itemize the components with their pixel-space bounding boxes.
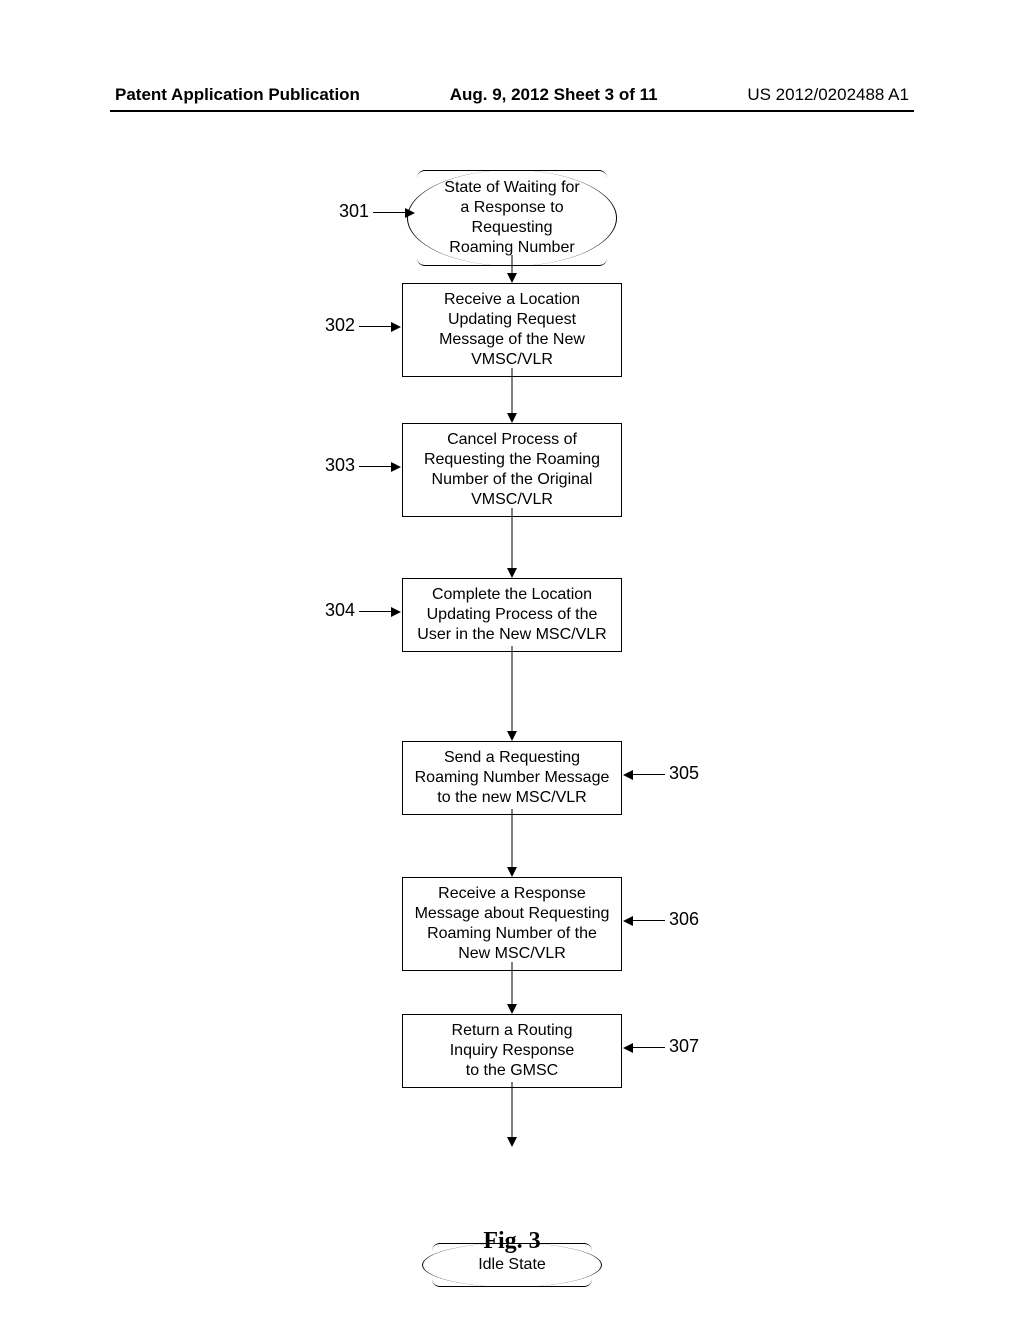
step-receive-roaming-response: Receive a Response Message about Request…: [402, 877, 622, 971]
page-header: Patent Application Publication Aug. 9, 2…: [0, 85, 1024, 105]
arrow-head-icon: [507, 867, 517, 877]
arrow-right-icon: [359, 466, 399, 468]
step-receive-location-update: Receive a Location Updating Request Mess…: [402, 283, 622, 377]
step-return-routing-response: Return a Routing Inquiry Response to the…: [402, 1014, 622, 1088]
header-pub-number: US 2012/0202488 A1: [747, 85, 909, 105]
node-text: Send a Requesting Roaming Number Message…: [415, 749, 610, 806]
arrow-head-icon: [507, 413, 517, 423]
node-text: State of Waiting for a Response to Reque…: [444, 179, 579, 256]
ref-303: 303: [325, 454, 403, 477]
step-send-roaming-request: Send a Requesting Roaming Number Message…: [402, 741, 622, 815]
arrow-left-icon: [625, 774, 665, 776]
step-complete-location-update: Complete the Location Updating Process o…: [402, 578, 622, 652]
ref-305: 305: [621, 762, 699, 785]
node-text: Complete the Location Updating Process o…: [417, 586, 606, 643]
flow-arrow: [512, 1082, 513, 1137]
arrow-left-icon: [625, 1047, 665, 1049]
flow-arrow: [512, 368, 513, 413]
flow-arrow: [512, 962, 513, 1004]
ref-306: 306: [621, 908, 699, 931]
arrow-right-icon: [359, 611, 399, 613]
flowchart: State of Waiting for a Response to Reque…: [212, 170, 812, 310]
arrow-right-icon: [359, 326, 399, 328]
header-publication: Patent Application Publication: [115, 85, 360, 105]
ref-307: 307: [621, 1035, 699, 1058]
step-cancel-roaming-process: Cancel Process of Requesting the Roaming…: [402, 423, 622, 517]
figure-label: Fig. 3: [483, 1228, 540, 1255]
node-text: Cancel Process of Requesting the Roaming…: [424, 431, 600, 508]
ref-304: 304: [325, 599, 403, 622]
ref-302: 302: [325, 314, 403, 337]
arrow-left-icon: [625, 920, 665, 922]
ref-301: 301: [339, 200, 417, 223]
node-text: Receive a Location Updating Request Mess…: [439, 291, 585, 368]
flow-arrow: [512, 255, 513, 273]
arrow-head-icon: [507, 731, 517, 741]
node-text: Return a Routing Inquiry Response to the…: [450, 1022, 575, 1079]
flow-arrow: [512, 646, 513, 731]
arrow-head-icon: [507, 1004, 517, 1014]
node-text: Receive a Response Message about Request…: [415, 885, 610, 962]
arrow-head-icon: [507, 1137, 517, 1147]
arrow-head-icon: [507, 273, 517, 283]
state-waiting-roaming: State of Waiting for a Response to Reque…: [417, 170, 607, 266]
node-text: Idle State: [478, 1256, 546, 1273]
header-rule: [110, 110, 914, 112]
arrow-right-icon: [373, 212, 413, 214]
flow-arrow: [512, 508, 513, 568]
header-date-sheet: Aug. 9, 2012 Sheet 3 of 11: [450, 85, 658, 105]
arrow-head-icon: [507, 568, 517, 578]
flow-arrow: [512, 809, 513, 867]
